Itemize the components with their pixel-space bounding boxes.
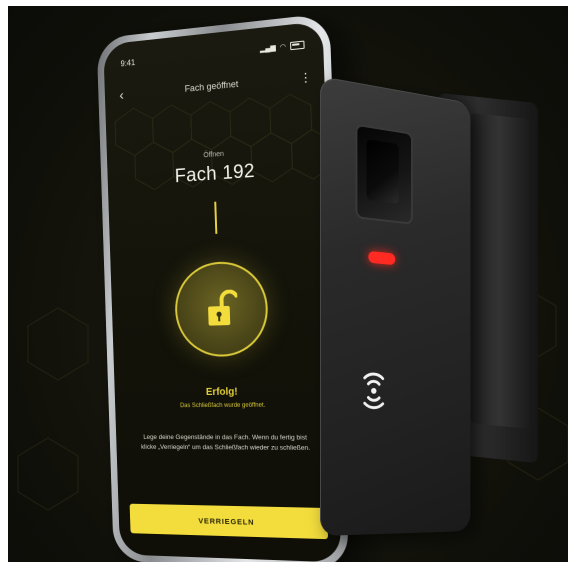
status-time: 9:41 <box>120 57 136 68</box>
battery-icon <box>290 40 305 51</box>
phone-screen: 9:41 ▂▄▆ ◠ ‹ Fach geöffnet ⋮ Öffnen Fach… <box>103 21 342 562</box>
wifi-icon: ◠ <box>279 43 287 52</box>
device-front-panel <box>320 76 471 536</box>
back-icon[interactable]: ‹ <box>114 86 129 103</box>
fingerprint-sensor <box>355 123 413 225</box>
signal-icon: ▂▄▆ <box>259 44 276 54</box>
status-bar: 9:41 ▂▄▆ ◠ <box>120 37 305 70</box>
more-icon[interactable]: ⋮ <box>297 70 314 86</box>
locker-device <box>320 76 550 546</box>
instruction-text: Lege deine Gegenstände in das Fach. Wenn… <box>140 433 311 452</box>
success-title: Erfolg! <box>205 386 238 398</box>
success-subtitle: Das Schließfach wurde geöffnet. <box>179 402 266 410</box>
device-housing-inner <box>470 112 530 430</box>
status-icons: ▂▄▆ ◠ <box>259 40 305 54</box>
product-scene: 9:41 ▂▄▆ ◠ ‹ Fach geöffnet ⋮ Öffnen Fach… <box>8 6 568 562</box>
lock-button[interactable]: VERRIEGELN <box>129 503 329 540</box>
smartphone: 9:41 ▂▄▆ ◠ ‹ Fach geöffnet ⋮ Öffnen Fach… <box>96 13 350 562</box>
status-led <box>368 250 396 266</box>
lock-status-circle <box>173 259 270 358</box>
nav-title: Fach geöffnet <box>184 78 239 94</box>
nfc-icon <box>357 368 390 414</box>
fingerprint-sensor-window <box>366 139 399 204</box>
unlocked-padlock-icon <box>208 289 239 326</box>
